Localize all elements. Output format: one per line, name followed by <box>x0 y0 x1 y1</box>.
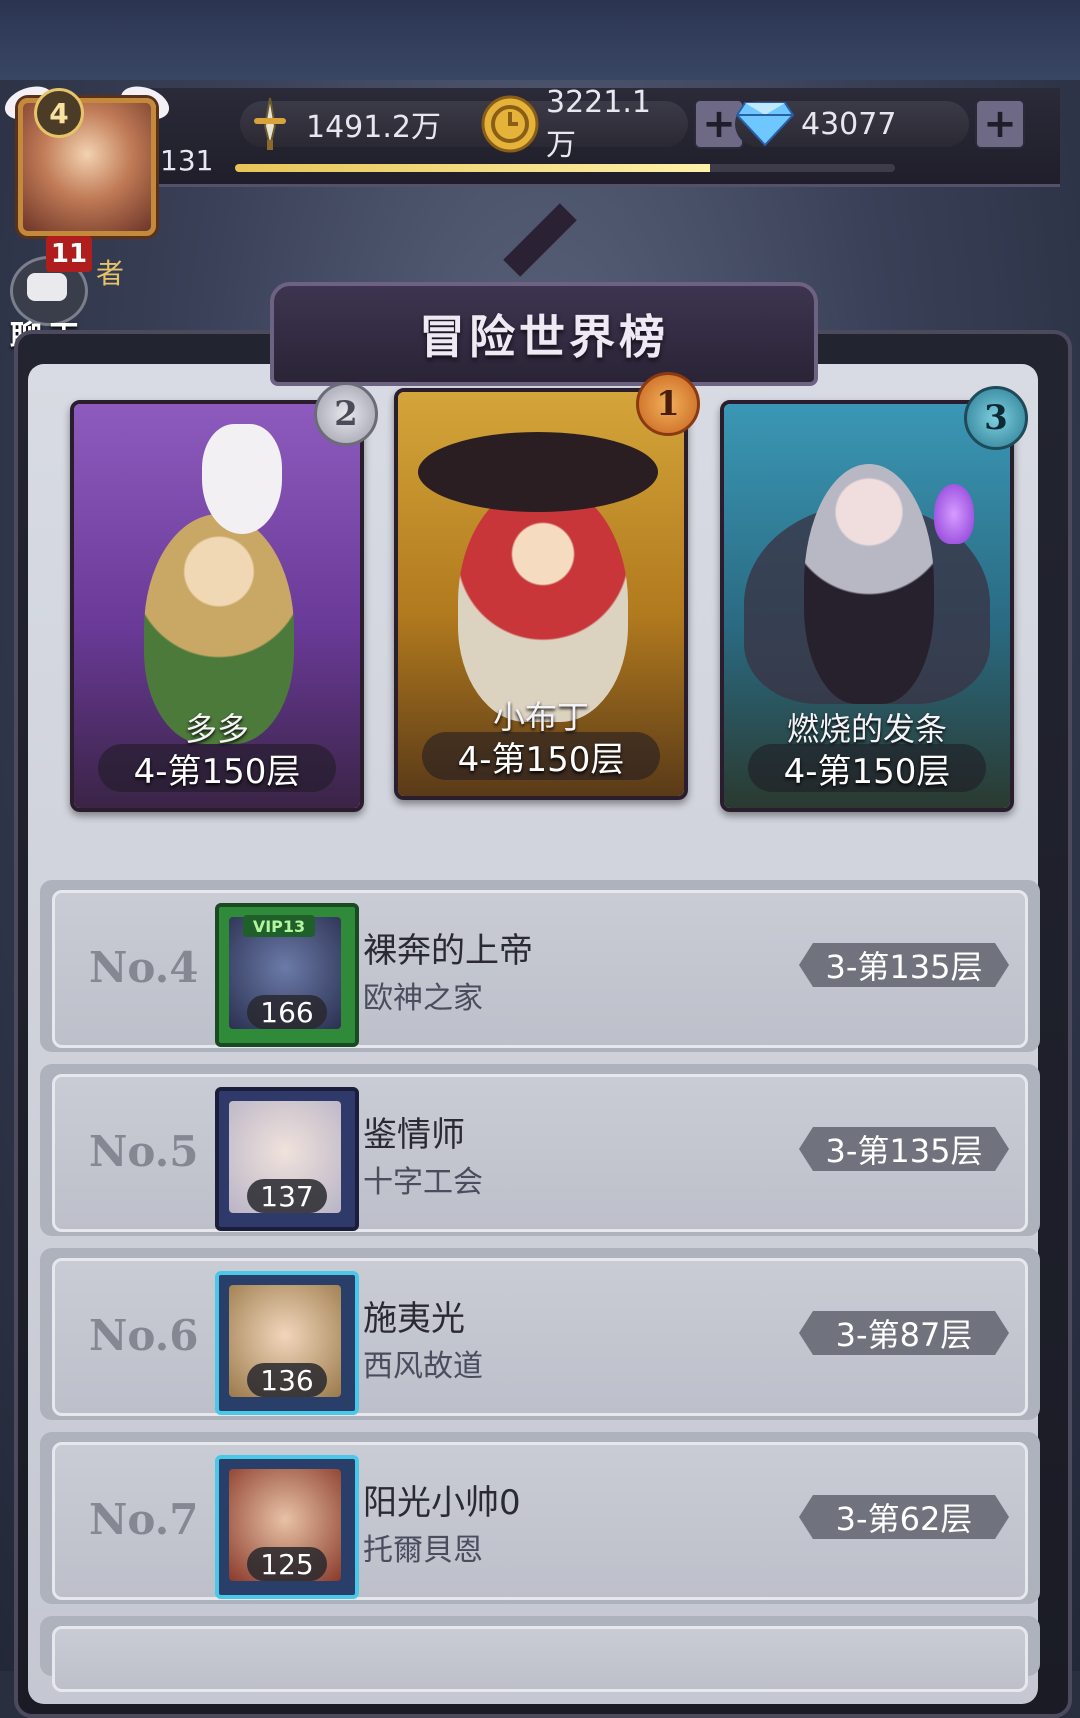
guild-name: 西风故道 <box>363 1349 483 1384</box>
rank-row[interactable]: No.7 125 阳光小帅0 托爾貝恩 3-第62层 <box>40 1432 1040 1604</box>
top-card-3[interactable]: 燃烧的发条 4-第150层 <box>720 400 1014 812</box>
floor-badge: 3-第62层 <box>799 1495 1009 1539</box>
player-level-badge: 137 <box>247 1179 327 1213</box>
top-card-1[interactable]: 小布丁 4-第150层 <box>394 388 688 800</box>
player-portrait[interactable]: 136 <box>215 1271 359 1415</box>
player-avatar[interactable]: 4 <box>0 80 174 236</box>
diamond-value: 43077 <box>801 106 897 142</box>
top-card-floor: 4-第150层 <box>422 732 660 780</box>
rank-row[interactable]: No.6 136 施夷光 西风故道 3-第87层 <box>40 1248 1040 1420</box>
chat-unread-badge: 11 <box>46 236 92 272</box>
rank-row-partial <box>40 1616 1040 1692</box>
diamond-resource: 43077 + <box>735 98 1025 150</box>
title-banner: 冒险世界榜 <box>270 282 818 386</box>
player-portrait[interactable]: 125 <box>215 1455 359 1599</box>
floor-badge: 3-第135层 <box>799 943 1009 987</box>
guild-name: 托爾貝恩 <box>363 1533 483 1568</box>
add-diamond-button[interactable]: + <box>975 99 1025 149</box>
xp-bar <box>235 164 895 172</box>
rank-number: No.7 <box>89 1495 199 1544</box>
player-portrait[interactable]: VIP13 166 <box>215 903 359 1047</box>
power-value: 1491.2万 <box>306 110 441 145</box>
chat-side-text: 者 <box>96 257 125 290</box>
character-witch <box>458 482 628 722</box>
leaderboard-title: 冒险世界榜 <box>419 310 669 364</box>
rank-row[interactable]: No.4 VIP13 166 裸奔的上帝 欧神之家 3-第135层 <box>40 880 1040 1052</box>
player-name: 阳光小帅0 <box>363 1483 521 1523</box>
player-level-badge: 125 <box>247 1547 327 1581</box>
rabbit-mask <box>202 424 282 534</box>
player-level-badge: 136 <box>247 1363 327 1397</box>
player-portrait[interactable]: 137 <box>215 1087 359 1231</box>
silver-medal-icon: 2 <box>314 382 378 446</box>
guild-name: 欧神之家 <box>363 981 483 1016</box>
diamond-icon <box>735 94 795 154</box>
floor-badge: 3-第87层 <box>799 1311 1009 1355</box>
rank-number: No.6 <box>89 1311 199 1360</box>
witch-hat <box>418 432 658 512</box>
rank-row[interactable]: No.5 137 鉴情师 十字工会 3-第135层 <box>40 1064 1040 1236</box>
guild-name: 十字工会 <box>363 1165 483 1200</box>
chat-bubble-icon <box>27 273 67 301</box>
player-name: 施夷光 <box>363 1299 465 1339</box>
xp-fill <box>235 164 711 172</box>
top-card-floor: 4-第150层 <box>748 744 986 792</box>
gold-resource: 3221.1万 + <box>480 85 744 163</box>
resource-bar: 1491.2万 3221.1万 + 43077 + <box>150 85 1060 187</box>
gold-medal-icon: 1 <box>636 372 700 436</box>
purple-flame <box>934 484 974 544</box>
bronze-medal-icon: 3 <box>964 386 1028 450</box>
rank-number: No.4 <box>89 943 199 992</box>
floor-badge: 3-第135层 <box>799 1127 1009 1171</box>
player-name: 鉴情师 <box>363 1115 465 1155</box>
player-level-badge: 166 <box>247 995 327 1029</box>
rank-number: No.5 <box>89 1127 199 1176</box>
character-demon-girl <box>804 464 934 704</box>
sword-icon <box>240 94 300 154</box>
avatar-level-badge: 4 <box>34 88 84 138</box>
player-level: 131 <box>160 144 214 177</box>
vip-badge: VIP13 <box>243 915 315 937</box>
top-card-floor: 4-第150层 <box>98 744 336 792</box>
player-name: 裸奔的上帝 <box>363 931 533 971</box>
gold-value: 3221.1万 <box>546 84 651 163</box>
top-card-2[interactable]: 多多 4-第150层 <box>70 400 364 812</box>
gold-coin-icon <box>480 94 540 154</box>
night-sky <box>0 0 1080 80</box>
